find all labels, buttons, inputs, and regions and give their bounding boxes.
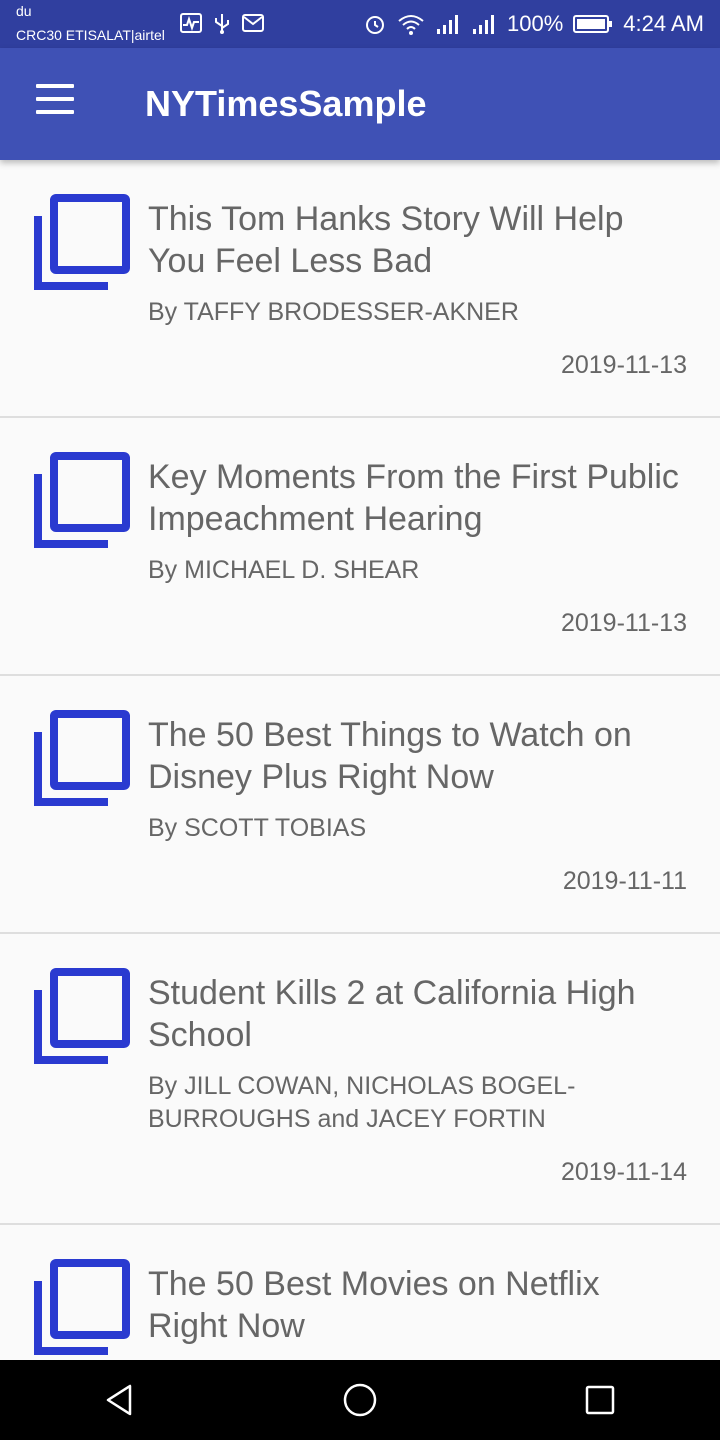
library-books-icon <box>34 452 130 548</box>
recents-button[interactable] <box>560 1360 640 1440</box>
signal-icon <box>435 13 461 35</box>
library-books-icon <box>34 968 130 1064</box>
list-item[interactable]: Student Kills 2 at California High Schoo… <box>0 934 720 1225</box>
home-circle-icon <box>343 1383 377 1417</box>
clock: 4:24 AM <box>623 11 704 36</box>
library-books-icon <box>34 1259 130 1355</box>
article-date: 2019-11-13 <box>560 609 687 637</box>
app-bar: NYTimesSample <box>0 48 720 160</box>
list-item[interactable]: Key Moments From the First Public Impeac… <box>0 418 720 676</box>
activity-icon <box>180 13 202 33</box>
article-byline: By JILL COWAN, NICHOLAS BOGEL-BURROUGHS … <box>148 1072 576 1133</box>
article-date: 2019-11-14 <box>560 1158 687 1186</box>
article-date: 2019-11-13 <box>560 351 687 379</box>
status-bar: du CRC30 ETISALAT|airtel 100% 4:24 AM <box>0 0 720 48</box>
app-title: NYTimesSample <box>145 83 427 124</box>
home-button[interactable] <box>320 1360 400 1440</box>
signal-roaming-icon <box>471 13 497 35</box>
list-item[interactable]: The 50 Best Movies on Netflix Right Now <box>0 1225 720 1360</box>
mail-icon <box>242 14 264 32</box>
battery-icon <box>573 14 613 34</box>
back-button[interactable] <box>80 1360 160 1440</box>
carrier-network: CRC30 ETISALAT|airtel <box>16 27 165 43</box>
library-books-icon <box>34 710 130 806</box>
alarm-icon <box>363 12 387 36</box>
library-books-icon <box>34 194 130 290</box>
article-date: 2019-11-11 <box>562 867 687 895</box>
back-triangle-icon <box>106 1384 132 1416</box>
list-item[interactable]: The 50 Best Things to Watch on Disney Pl… <box>0 676 720 934</box>
navigation-bar <box>0 1360 720 1440</box>
list-item[interactable]: This Tom Hanks Story Will Help You Feel … <box>0 160 720 418</box>
article-list[interactable]: This Tom Hanks Story Will Help You Feel … <box>0 160 720 1360</box>
wifi-icon <box>397 13 425 35</box>
usb-icon <box>214 12 230 34</box>
carrier-name: du <box>16 3 32 19</box>
recents-square-icon <box>585 1385 615 1415</box>
battery-percent: 100% <box>507 11 564 36</box>
menu-icon[interactable] <box>28 84 84 124</box>
